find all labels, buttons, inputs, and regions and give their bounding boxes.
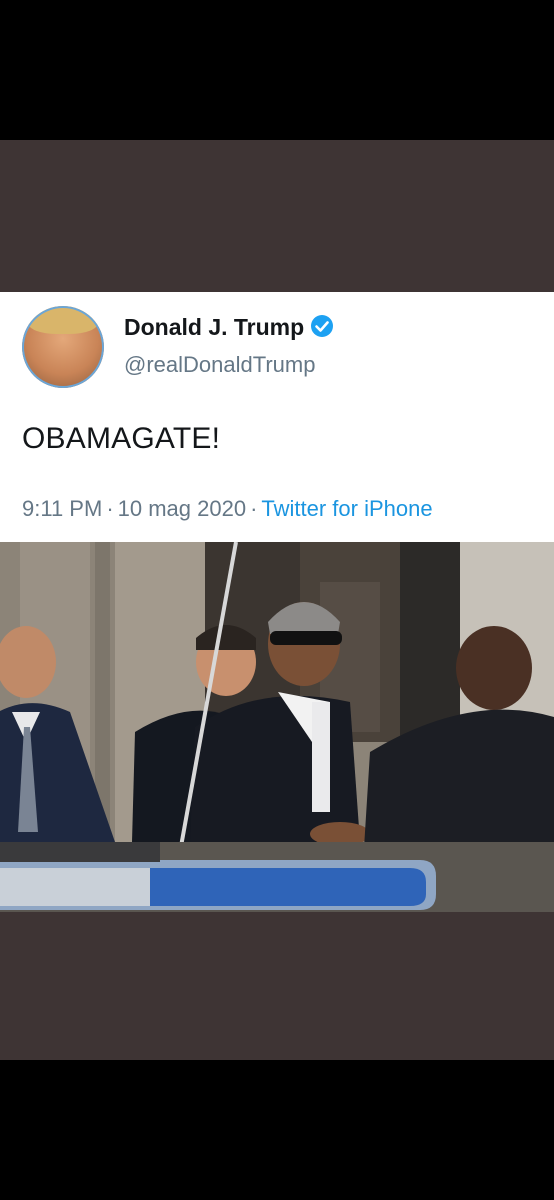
bottom-frame xyxy=(0,912,554,1060)
avatar-ring xyxy=(22,306,104,388)
tweet-photo[interactable] xyxy=(0,542,554,912)
top-frame xyxy=(0,140,554,292)
tweet-source-link[interactable]: Twitter for iPhone xyxy=(261,496,432,521)
bottom-letterbox xyxy=(0,1060,554,1200)
tweet-meta: 9:11 PM · 10 mag 2020 · Twitter for iPhone xyxy=(22,496,433,522)
tweet-text: OBAMAGATE! xyxy=(22,422,221,455)
meta-separator: · xyxy=(106,496,114,521)
top-letterbox xyxy=(0,0,554,140)
author-handle[interactable]: @realDonaldTrump xyxy=(124,352,315,378)
tweet-card: Donald J. Trump @realDonaldTrump OBAMAGA… xyxy=(0,292,554,542)
tweet-time[interactable]: 9:11 PM xyxy=(22,496,102,521)
photo-illustration xyxy=(0,542,554,912)
tweet-date[interactable]: 10 mag 2020 xyxy=(118,496,246,521)
verified-badge-icon xyxy=(311,315,334,337)
author-name-text: Donald J. Trump xyxy=(124,314,305,340)
avatar[interactable] xyxy=(22,306,104,388)
meta-separator: · xyxy=(250,496,258,521)
author-name[interactable]: Donald J. Trump xyxy=(124,314,334,341)
